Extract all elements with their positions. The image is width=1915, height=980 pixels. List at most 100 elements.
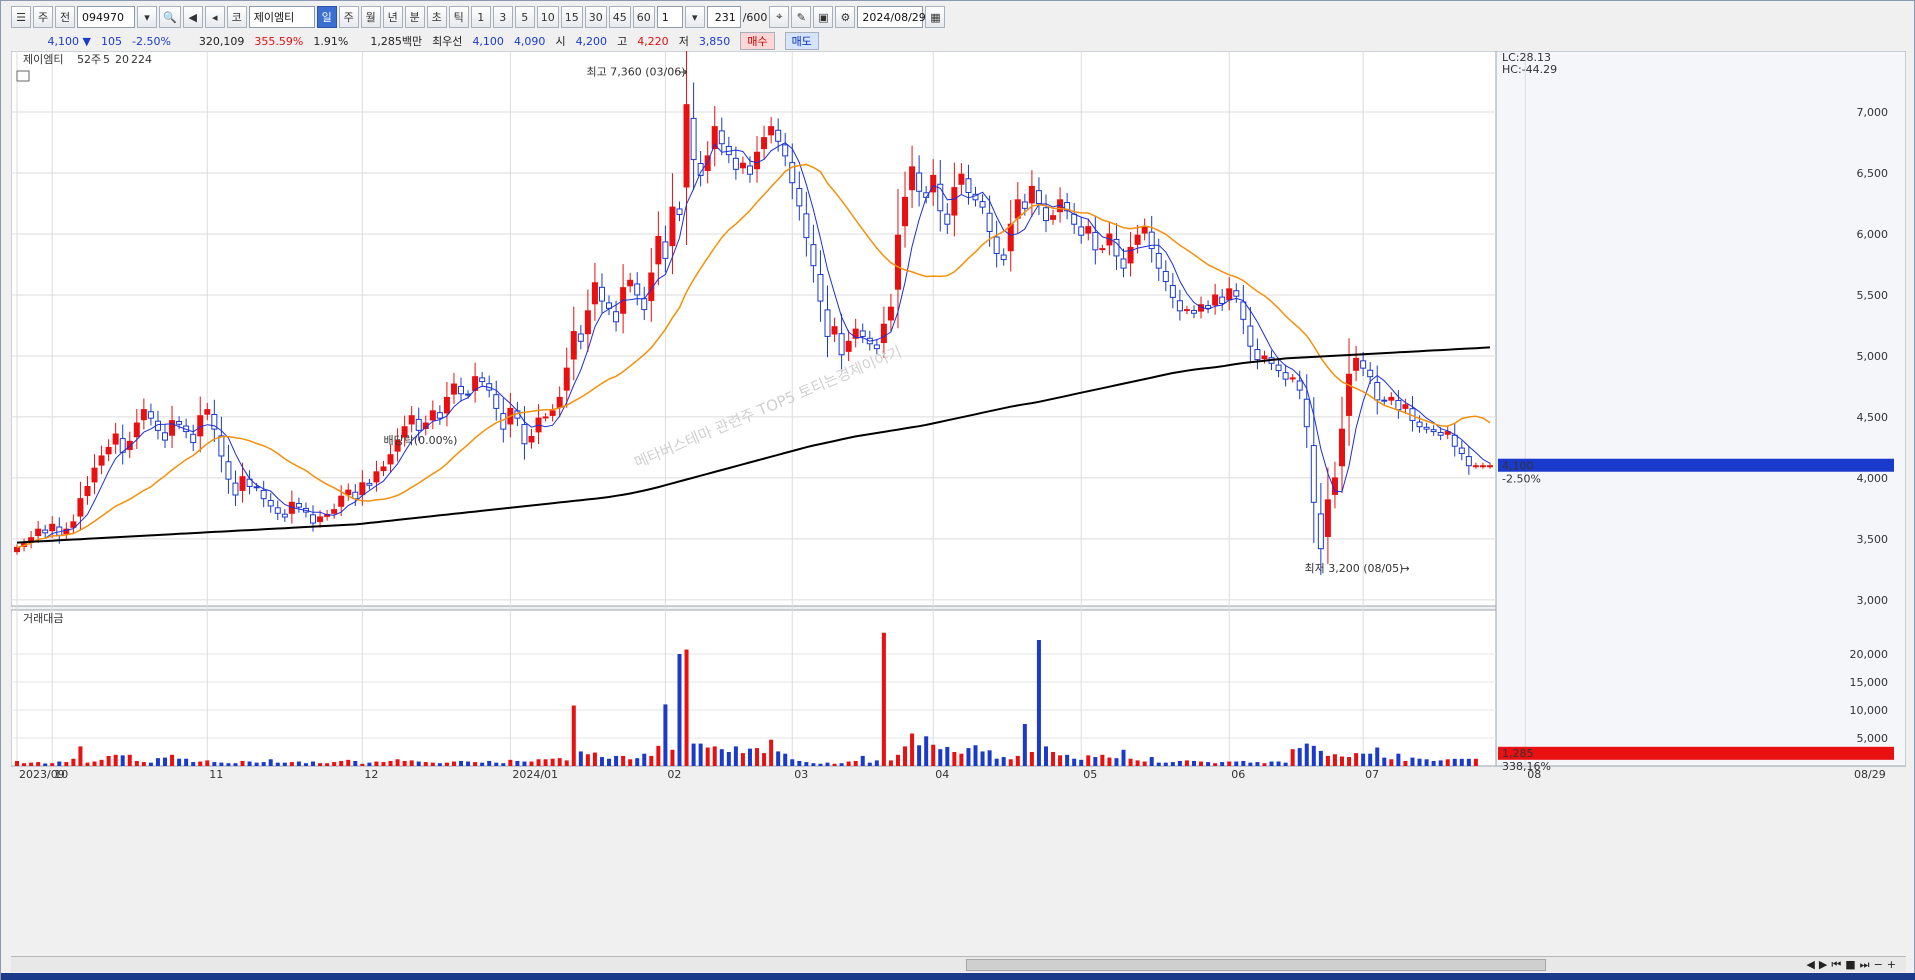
buy-button[interactable]: 매수 bbox=[740, 32, 775, 50]
interval-15[interactable]: 15 bbox=[560, 6, 583, 28]
volume-bar bbox=[78, 746, 83, 766]
play-icon[interactable]: ▶ bbox=[1819, 958, 1827, 972]
tab-minute[interactable]: 분 bbox=[404, 6, 425, 28]
volume-bar bbox=[1473, 758, 1478, 766]
period-ju-select[interactable]: 주 bbox=[33, 6, 53, 28]
volume-bar bbox=[289, 762, 294, 766]
x-tick-label: 11 bbox=[209, 768, 223, 781]
candle-body bbox=[803, 213, 810, 239]
code-dropdown-icon[interactable]: ▾ bbox=[137, 6, 157, 28]
x-tick-label: 06 bbox=[1231, 768, 1245, 781]
y-tick-label: 4,500 bbox=[1857, 411, 1889, 424]
volume-bar bbox=[325, 763, 330, 766]
volume-bar bbox=[1199, 761, 1204, 766]
candle-body bbox=[796, 188, 803, 207]
x-tick-label: 2024/01 bbox=[512, 768, 558, 781]
draw-icon[interactable]: ✎ bbox=[791, 6, 812, 28]
date-input[interactable]: 2024/08/29 bbox=[857, 6, 926, 28]
interval-30[interactable]: 30 bbox=[584, 6, 607, 28]
crosshair-icon[interactable]: ⌖ bbox=[769, 6, 790, 28]
candle-body bbox=[1021, 201, 1028, 209]
menu-icon[interactable]: ☰ bbox=[11, 6, 31, 28]
candle-body bbox=[1183, 309, 1190, 312]
interval-45[interactable]: 45 bbox=[608, 6, 631, 28]
zoom-in-icon[interactable]: + bbox=[1887, 958, 1896, 972]
price-badge: 4,100 bbox=[1502, 460, 1534, 473]
count-input[interactable]: 231 bbox=[706, 6, 741, 28]
volume-bar bbox=[585, 754, 590, 766]
candle-body bbox=[493, 394, 500, 409]
stock-name-input[interactable]: 제이엠티 bbox=[248, 6, 315, 28]
candle-body bbox=[1205, 305, 1212, 309]
interval-3[interactable]: 3 bbox=[492, 6, 513, 28]
multiplier-input[interactable]: 1 bbox=[656, 6, 683, 28]
table-icon bbox=[16, 70, 30, 82]
volume-bar bbox=[1100, 754, 1105, 766]
tab-year[interactable]: 년 bbox=[382, 6, 403, 28]
tab-week[interactable]: 주 bbox=[338, 6, 359, 28]
interval-60[interactable]: 60 bbox=[632, 6, 655, 28]
price-panel bbox=[11, 51, 1497, 607]
chart-window: ☰ 주 전 094970 ▾ 🔍 ◀ ◂ 코 제이엠티 일 주 월 년 분 초 … bbox=[0, 0, 1915, 980]
interval-5[interactable]: 5 bbox=[514, 6, 535, 28]
chart-scrollbar[interactable]: ◀ ▶ ⏮ ■ ⏭ − + bbox=[11, 956, 1906, 972]
candle-body bbox=[824, 309, 831, 337]
save-icon[interactable]: ▣ bbox=[813, 6, 834, 28]
market-ko-label[interactable]: 코 bbox=[226, 6, 247, 28]
volume-bar bbox=[846, 761, 851, 766]
candle-body bbox=[902, 196, 909, 227]
prev-icon[interactable]: ◂ bbox=[204, 6, 225, 28]
volume-bar bbox=[261, 762, 266, 766]
volume-bar bbox=[1051, 752, 1056, 766]
sell-button[interactable]: 매도 bbox=[784, 32, 819, 50]
speaker-icon[interactable]: ◀ bbox=[182, 6, 203, 28]
candle-body bbox=[1367, 369, 1374, 378]
scroll-controls[interactable]: ◀ ▶ ⏮ ■ ⏭ − + bbox=[1806, 958, 1896, 972]
forward-icon[interactable]: ⏭ bbox=[1860, 958, 1870, 972]
rewind-icon[interactable]: ⏮ bbox=[1831, 958, 1841, 972]
interval-10[interactable]: 10 bbox=[536, 6, 559, 28]
high-price: 4,220 bbox=[637, 34, 669, 48]
candle-body bbox=[169, 420, 176, 436]
volume-bar bbox=[1389, 759, 1394, 766]
tab-month[interactable]: 월 bbox=[360, 6, 381, 28]
candle-body bbox=[993, 236, 1000, 254]
candle-body bbox=[627, 279, 634, 287]
tab-day[interactable]: 일 bbox=[316, 6, 337, 28]
volume-bar bbox=[212, 762, 217, 766]
x-tick-label: 02 bbox=[667, 768, 681, 781]
candle-body bbox=[436, 412, 443, 419]
scroll-left-icon[interactable]: ◀ bbox=[1806, 958, 1814, 972]
stop-icon[interactable]: ■ bbox=[1845, 958, 1855, 972]
scroll-thumb[interactable] bbox=[966, 959, 1546, 971]
volume-bar bbox=[747, 748, 752, 766]
candle-body bbox=[1423, 426, 1430, 430]
x-tick-label: 12 bbox=[364, 768, 378, 781]
volume-bar bbox=[938, 749, 943, 766]
candle-body bbox=[1007, 223, 1014, 252]
candle-body bbox=[1155, 252, 1162, 269]
high-label: 고 bbox=[617, 35, 628, 48]
tab-tick[interactable]: 틱 bbox=[448, 6, 469, 28]
market-jeon-select[interactable]: 전 bbox=[55, 6, 75, 28]
volume-bar bbox=[663, 704, 668, 766]
volume-bar bbox=[1121, 749, 1126, 766]
interval-1[interactable]: 1 bbox=[470, 6, 491, 28]
candle-body bbox=[775, 129, 782, 142]
volume-bar bbox=[860, 755, 865, 766]
calendar-icon[interactable]: ▦ bbox=[925, 6, 946, 28]
volume-bar bbox=[1382, 757, 1387, 766]
tab-second[interactable]: 초 bbox=[426, 6, 447, 28]
search-icon[interactable]: 🔍 bbox=[159, 6, 181, 28]
volume-bar bbox=[698, 743, 703, 766]
settings-icon[interactable]: ⚙ bbox=[835, 6, 856, 28]
candle-body bbox=[105, 446, 112, 455]
candle-body bbox=[613, 311, 620, 323]
candle-body bbox=[859, 330, 866, 337]
zoom-out-icon[interactable]: − bbox=[1874, 958, 1883, 972]
volume-bar bbox=[1339, 756, 1344, 766]
candle-body bbox=[718, 130, 725, 145]
code-input[interactable]: 094970 bbox=[77, 6, 135, 28]
price-chart[interactable]: 3,000 3,500 4,000 4,500 5,000 5,500 6,000 6,500… bbox=[11, 51, 1906, 953]
multiplier-dropdown-icon[interactable]: ▾ bbox=[684, 6, 705, 28]
